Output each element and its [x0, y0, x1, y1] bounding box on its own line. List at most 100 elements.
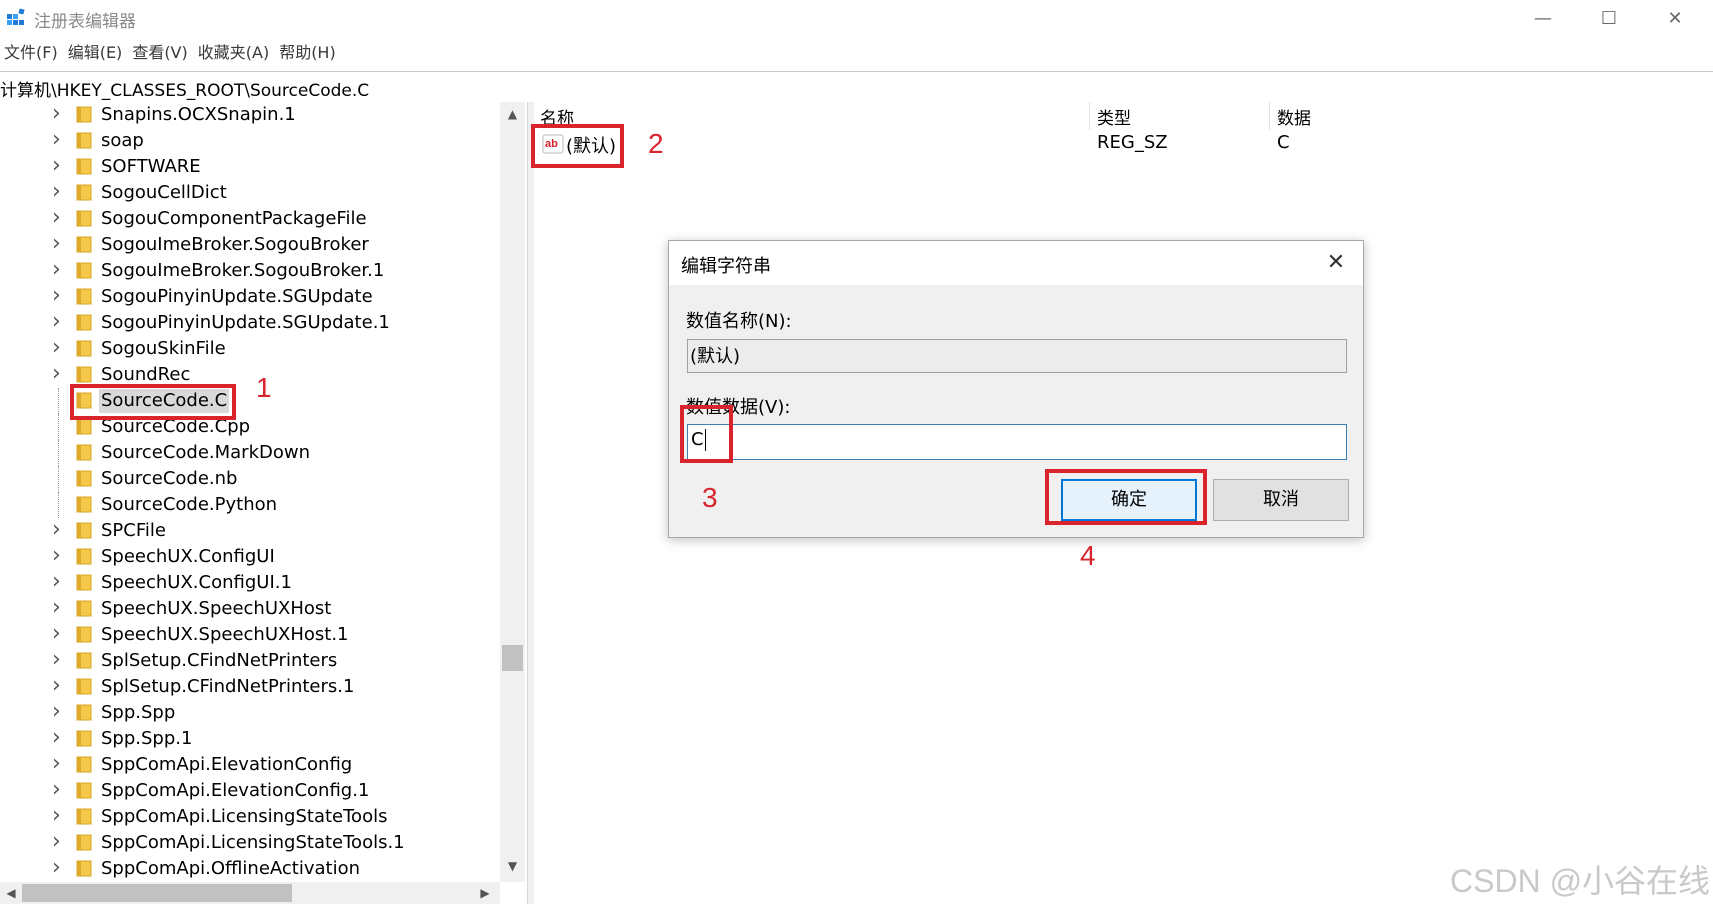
- folder-icon: [76, 418, 92, 435]
- tree-item-label: SpeechUX.SpeechUXHost.1: [101, 624, 349, 645]
- tree-item[interactable]: SourceCode.MarkDown: [0, 440, 500, 466]
- tree-item[interactable]: › SogouPinyinUpdate.SGUpdate.1: [0, 310, 500, 336]
- watermark: CSDN @小谷在线: [1450, 863, 1711, 899]
- tree-item[interactable]: › SpeechUX.SpeechUXHost.1: [0, 622, 500, 648]
- menu-view[interactable]: 查看(V): [128, 40, 193, 66]
- chevron-right-icon[interactable]: ›: [52, 207, 66, 229]
- tree-item-label: SplSetup.CFindNetPrinters: [101, 650, 338, 671]
- chevron-right-icon[interactable]: ›: [52, 129, 66, 151]
- tree-item[interactable]: › SppComApi.LicensingStateTools: [0, 804, 500, 830]
- tree-item[interactable]: SourceCode.Python: [0, 492, 500, 518]
- menu-edit[interactable]: 编辑(E): [64, 40, 129, 66]
- tree-item[interactable]: › SPCFile: [0, 518, 500, 544]
- tree-connector-line: [58, 414, 60, 440]
- folder-icon: [76, 834, 92, 851]
- chevron-right-icon[interactable]: ›: [52, 857, 66, 879]
- chevron-right-icon[interactable]: ›: [52, 831, 66, 853]
- tree-item[interactable]: › SogouComponentPackageFile: [0, 206, 500, 232]
- scroll-up-icon[interactable]: ▲: [500, 102, 525, 127]
- tree-item[interactable]: › soap: [0, 128, 500, 154]
- tree-item-label: SpeechUX.ConfigUI.1: [101, 572, 292, 593]
- tree-item-label: Spp.Spp: [101, 702, 176, 723]
- chevron-right-icon[interactable]: ›: [52, 701, 66, 723]
- chevron-right-icon[interactable]: ›: [52, 805, 66, 827]
- tree-item[interactable]: › SplSetup.CFindNetPrinters: [0, 648, 500, 674]
- scroll-left-icon[interactable]: ◀: [0, 882, 22, 904]
- tree-item[interactable]: › SppComApi.LicensingStateTools.1: [0, 830, 500, 856]
- tree-item[interactable]: › SppComApi.OfflineActivation: [0, 856, 500, 882]
- tree-item[interactable]: › SogouImeBroker.SogouBroker.1: [0, 258, 500, 284]
- address-path[interactable]: 计算机\HKEY_CLASSES_ROOT\SourceCode.C: [0, 76, 369, 101]
- tree-item[interactable]: SourceCode.nb: [0, 466, 500, 492]
- chevron-right-icon[interactable]: ›: [52, 233, 66, 255]
- chevron-right-icon[interactable]: ›: [52, 363, 66, 385]
- column-divider[interactable]: [1269, 102, 1270, 130]
- cancel-button[interactable]: 取消: [1213, 479, 1349, 521]
- tree-item[interactable]: › Snapins.OCXSnapin.1: [0, 102, 500, 128]
- column-divider[interactable]: [1089, 102, 1090, 130]
- tree-item-label: SogouComponentPackageFile: [101, 208, 367, 229]
- menu-help[interactable]: 帮助(H): [275, 40, 342, 66]
- close-window-button[interactable]: ✕: [1642, 0, 1708, 36]
- address-bar[interactable]: 计算机\HKEY_CLASSES_ROOT\SourceCode.C: [0, 71, 1713, 103]
- tree-vertical-scroll-thumb[interactable]: [502, 645, 523, 671]
- tree-item[interactable]: › SpeechUX.SpeechUXHost: [0, 596, 500, 622]
- tree-item-label: soap: [101, 130, 144, 151]
- menu-file[interactable]: 文件(F): [0, 40, 64, 66]
- tree-item[interactable]: › SppComApi.ElevationConfig.1: [0, 778, 500, 804]
- chevron-right-icon[interactable]: ›: [52, 155, 66, 177]
- menu-bar: 文件(F) 编辑(E) 查看(V) 收藏夹(A) 帮助(H): [0, 40, 342, 66]
- annotation-box-2: [531, 124, 624, 168]
- menu-favorites[interactable]: 收藏夹(A): [194, 40, 275, 66]
- scroll-down-icon[interactable]: ▼: [500, 854, 525, 879]
- tree-item[interactable]: › SogouCellDict: [0, 180, 500, 206]
- chevron-right-icon[interactable]: ›: [52, 779, 66, 801]
- dialog-close-icon[interactable]: ✕: [1321, 249, 1351, 277]
- scroll-right-icon[interactable]: ▶: [474, 882, 496, 904]
- tree-item-label: SourceCode.nb: [101, 468, 238, 489]
- chevron-right-icon[interactable]: ›: [52, 753, 66, 775]
- chevron-right-icon[interactable]: ›: [52, 727, 66, 749]
- tree-item[interactable]: › SogouPinyinUpdate.SGUpdate: [0, 284, 500, 310]
- chevron-right-icon[interactable]: ›: [52, 337, 66, 359]
- chevron-right-icon[interactable]: ›: [52, 623, 66, 645]
- tree-item[interactable]: › SpeechUX.ConfigUI.1: [0, 570, 500, 596]
- tree-item[interactable]: › SogouImeBroker.SogouBroker: [0, 232, 500, 258]
- tree-horizontal-scrollbar[interactable]: ◀ ▶: [0, 882, 500, 904]
- maximize-button[interactable]: ☐: [1576, 0, 1642, 36]
- tree-horizontal-scroll-thumb[interactable]: [22, 884, 292, 902]
- chevron-right-icon[interactable]: ›: [52, 545, 66, 567]
- chevron-right-icon[interactable]: ›: [52, 181, 66, 203]
- tree-connector-line: [58, 492, 60, 518]
- chevron-right-icon[interactable]: ›: [52, 285, 66, 307]
- tree-item[interactable]: › SOFTWARE: [0, 154, 500, 180]
- tree-item[interactable]: › Spp.Spp: [0, 700, 500, 726]
- tree-item-label: SOFTWARE: [101, 156, 201, 177]
- column-header-type[interactable]: 类型: [1097, 104, 1131, 129]
- tree-item-label: Spp.Spp.1: [101, 728, 193, 749]
- folder-icon: [76, 314, 92, 331]
- tree-item[interactable]: › SpeechUX.ConfigUI: [0, 544, 500, 570]
- chevron-right-icon[interactable]: ›: [52, 675, 66, 697]
- chevron-right-icon[interactable]: ›: [52, 597, 66, 619]
- folder-icon: [76, 652, 92, 669]
- chevron-right-icon[interactable]: ›: [52, 103, 66, 125]
- chevron-right-icon[interactable]: ›: [52, 649, 66, 671]
- folder-icon: [76, 444, 92, 461]
- tree-item[interactable]: › SppComApi.ElevationConfig: [0, 752, 500, 778]
- chevron-right-icon[interactable]: ›: [52, 519, 66, 541]
- tree-item[interactable]: › SogouSkinFile: [0, 336, 500, 362]
- chevron-right-icon[interactable]: ›: [52, 311, 66, 333]
- tree-item[interactable]: › Spp.Spp.1: [0, 726, 500, 752]
- tree-item-label: SourceCode.Python: [101, 494, 278, 515]
- folder-icon: [76, 860, 92, 877]
- value-data-input[interactable]: C: [687, 424, 1347, 460]
- column-header-data[interactable]: 数据: [1277, 104, 1311, 129]
- annotation-box-4: [1045, 469, 1207, 525]
- chevron-right-icon[interactable]: ›: [52, 571, 66, 593]
- registry-editor-icon: [7, 8, 25, 25]
- chevron-right-icon[interactable]: ›: [52, 259, 66, 281]
- tree-vertical-scrollbar[interactable]: ▲ ▼: [500, 102, 525, 882]
- minimize-button[interactable]: —: [1510, 0, 1576, 36]
- tree-item[interactable]: › SplSetup.CFindNetPrinters.1: [0, 674, 500, 700]
